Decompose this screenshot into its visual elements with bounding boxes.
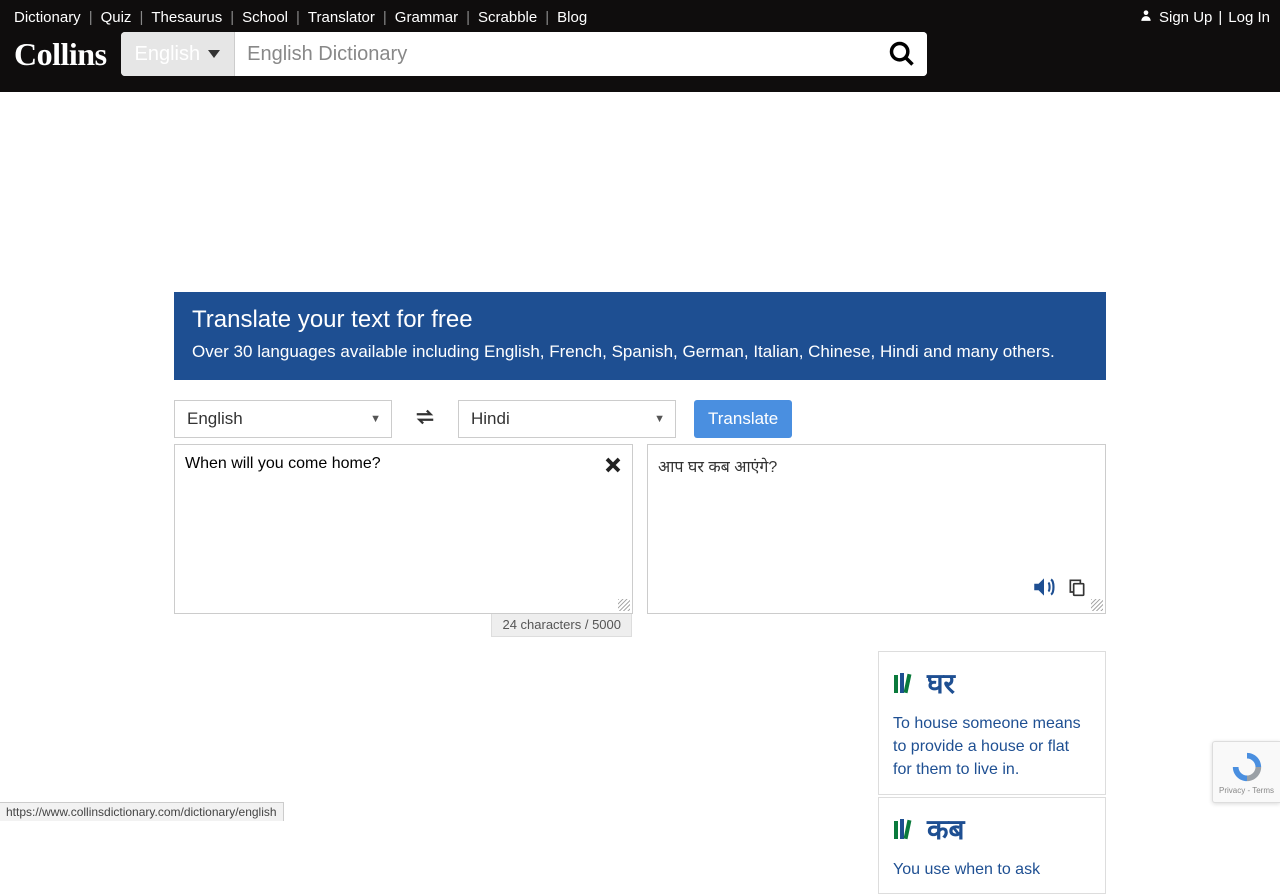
char-count-row: 24 characters / 5000 [174, 614, 1106, 637]
card-definition: You use when to ask [893, 858, 1091, 881]
nav-sep: | [545, 9, 549, 26]
char-count: 24 characters / 5000 [491, 614, 632, 637]
caret-down-icon [208, 50, 220, 58]
nav-scrabble[interactable]: Scrabble [474, 9, 541, 26]
copy-icon [1067, 577, 1087, 597]
resize-handle[interactable] [618, 599, 630, 611]
swap-icon [414, 406, 436, 428]
translate-button[interactable]: Translate [694, 400, 792, 438]
recaptcha-icon [1230, 750, 1264, 784]
output-pane: आप घर कब आएंगे? [647, 444, 1106, 614]
nav-school[interactable]: School [238, 9, 292, 26]
close-icon [604, 456, 622, 474]
recaptcha-links: Privacy - Terms [1219, 786, 1274, 795]
nav-dictionary[interactable]: Dictionary [10, 9, 85, 26]
card-word: घर [927, 664, 955, 702]
auth-sep: | [1218, 9, 1222, 26]
nav-thesaurus[interactable]: Thesaurus [147, 9, 226, 26]
input-pane [174, 444, 633, 614]
books-icon [893, 672, 917, 694]
input-textarea[interactable] [175, 445, 632, 613]
source-language-select[interactable]: English ▼ [174, 400, 392, 438]
top-bar: Dictionary| Quiz| Thesaurus| School| Tra… [0, 0, 1280, 92]
source-language-label: English [187, 409, 243, 429]
search-input[interactable] [235, 32, 876, 76]
target-language-select[interactable]: Hindi ▼ [458, 400, 676, 438]
signup-link[interactable]: Sign Up [1159, 9, 1212, 26]
card-definition: To house someone means to provide a hous… [893, 712, 1091, 782]
swap-languages-button[interactable] [410, 402, 440, 437]
top-nav-links: Dictionary| Quiz| Thesaurus| School| Tra… [10, 9, 591, 26]
dictionary-language-label: English [135, 43, 201, 66]
nav-translator[interactable]: Translator [304, 9, 379, 26]
clear-input-button[interactable] [604, 453, 622, 481]
target-language-label: Hindi [471, 409, 510, 429]
logo[interactable]: Collins [14, 36, 107, 73]
search-row: Collins English [10, 30, 1270, 78]
translator-controls: English ▼ Hindi ▼ Translate [174, 400, 1106, 438]
hero-title: Translate your text for free [192, 306, 1088, 334]
nav-sep: | [89, 9, 93, 26]
chevron-down-icon: ▼ [370, 413, 381, 425]
hero-banner: Translate your text for free Over 30 lan… [174, 292, 1106, 380]
user-icon [1139, 8, 1153, 26]
login-link[interactable]: Log In [1228, 9, 1270, 26]
nav-blog[interactable]: Blog [553, 9, 591, 26]
definition-card[interactable]: कब You use when to ask [878, 797, 1106, 894]
copy-button[interactable] [1067, 577, 1087, 602]
speak-button[interactable] [1031, 574, 1057, 605]
nav-sep: | [230, 9, 234, 26]
output-actions [1031, 574, 1087, 605]
card-head: कब [893, 810, 1091, 848]
speaker-icon [1031, 574, 1057, 600]
nav-sep: | [296, 9, 300, 26]
recaptcha-badge[interactable]: Privacy - Terms [1212, 741, 1280, 803]
card-word: कब [927, 810, 965, 848]
definition-card[interactable]: घर To house someone means to provide a h… [878, 651, 1106, 795]
hero-subtitle: Over 30 languages available including En… [192, 342, 1088, 362]
card-head: घर [893, 664, 1091, 702]
search-button[interactable] [877, 32, 927, 76]
nav-grammar[interactable]: Grammar [391, 9, 462, 26]
search-icon [888, 40, 916, 68]
translator-panes: आप घर कब आएंगे? [174, 444, 1106, 614]
resize-handle[interactable] [1091, 599, 1103, 611]
nav-sep: | [383, 9, 387, 26]
status-bar-url: https://www.collinsdictionary.com/dictio… [0, 802, 284, 821]
main-content: Translate your text for free Over 30 lan… [174, 92, 1106, 637]
nav-sep: | [139, 9, 143, 26]
nav-sep: | [466, 9, 470, 26]
chevron-down-icon: ▼ [654, 413, 665, 425]
definition-cards: घर To house someone means to provide a h… [878, 651, 1106, 896]
auth-links: Sign Up | Log In [1139, 8, 1270, 26]
dictionary-language-select[interactable]: English [121, 32, 236, 76]
search-wrap: English [121, 32, 927, 76]
nav-quiz[interactable]: Quiz [97, 9, 136, 26]
top-nav-row: Dictionary| Quiz| Thesaurus| School| Tra… [10, 0, 1270, 30]
